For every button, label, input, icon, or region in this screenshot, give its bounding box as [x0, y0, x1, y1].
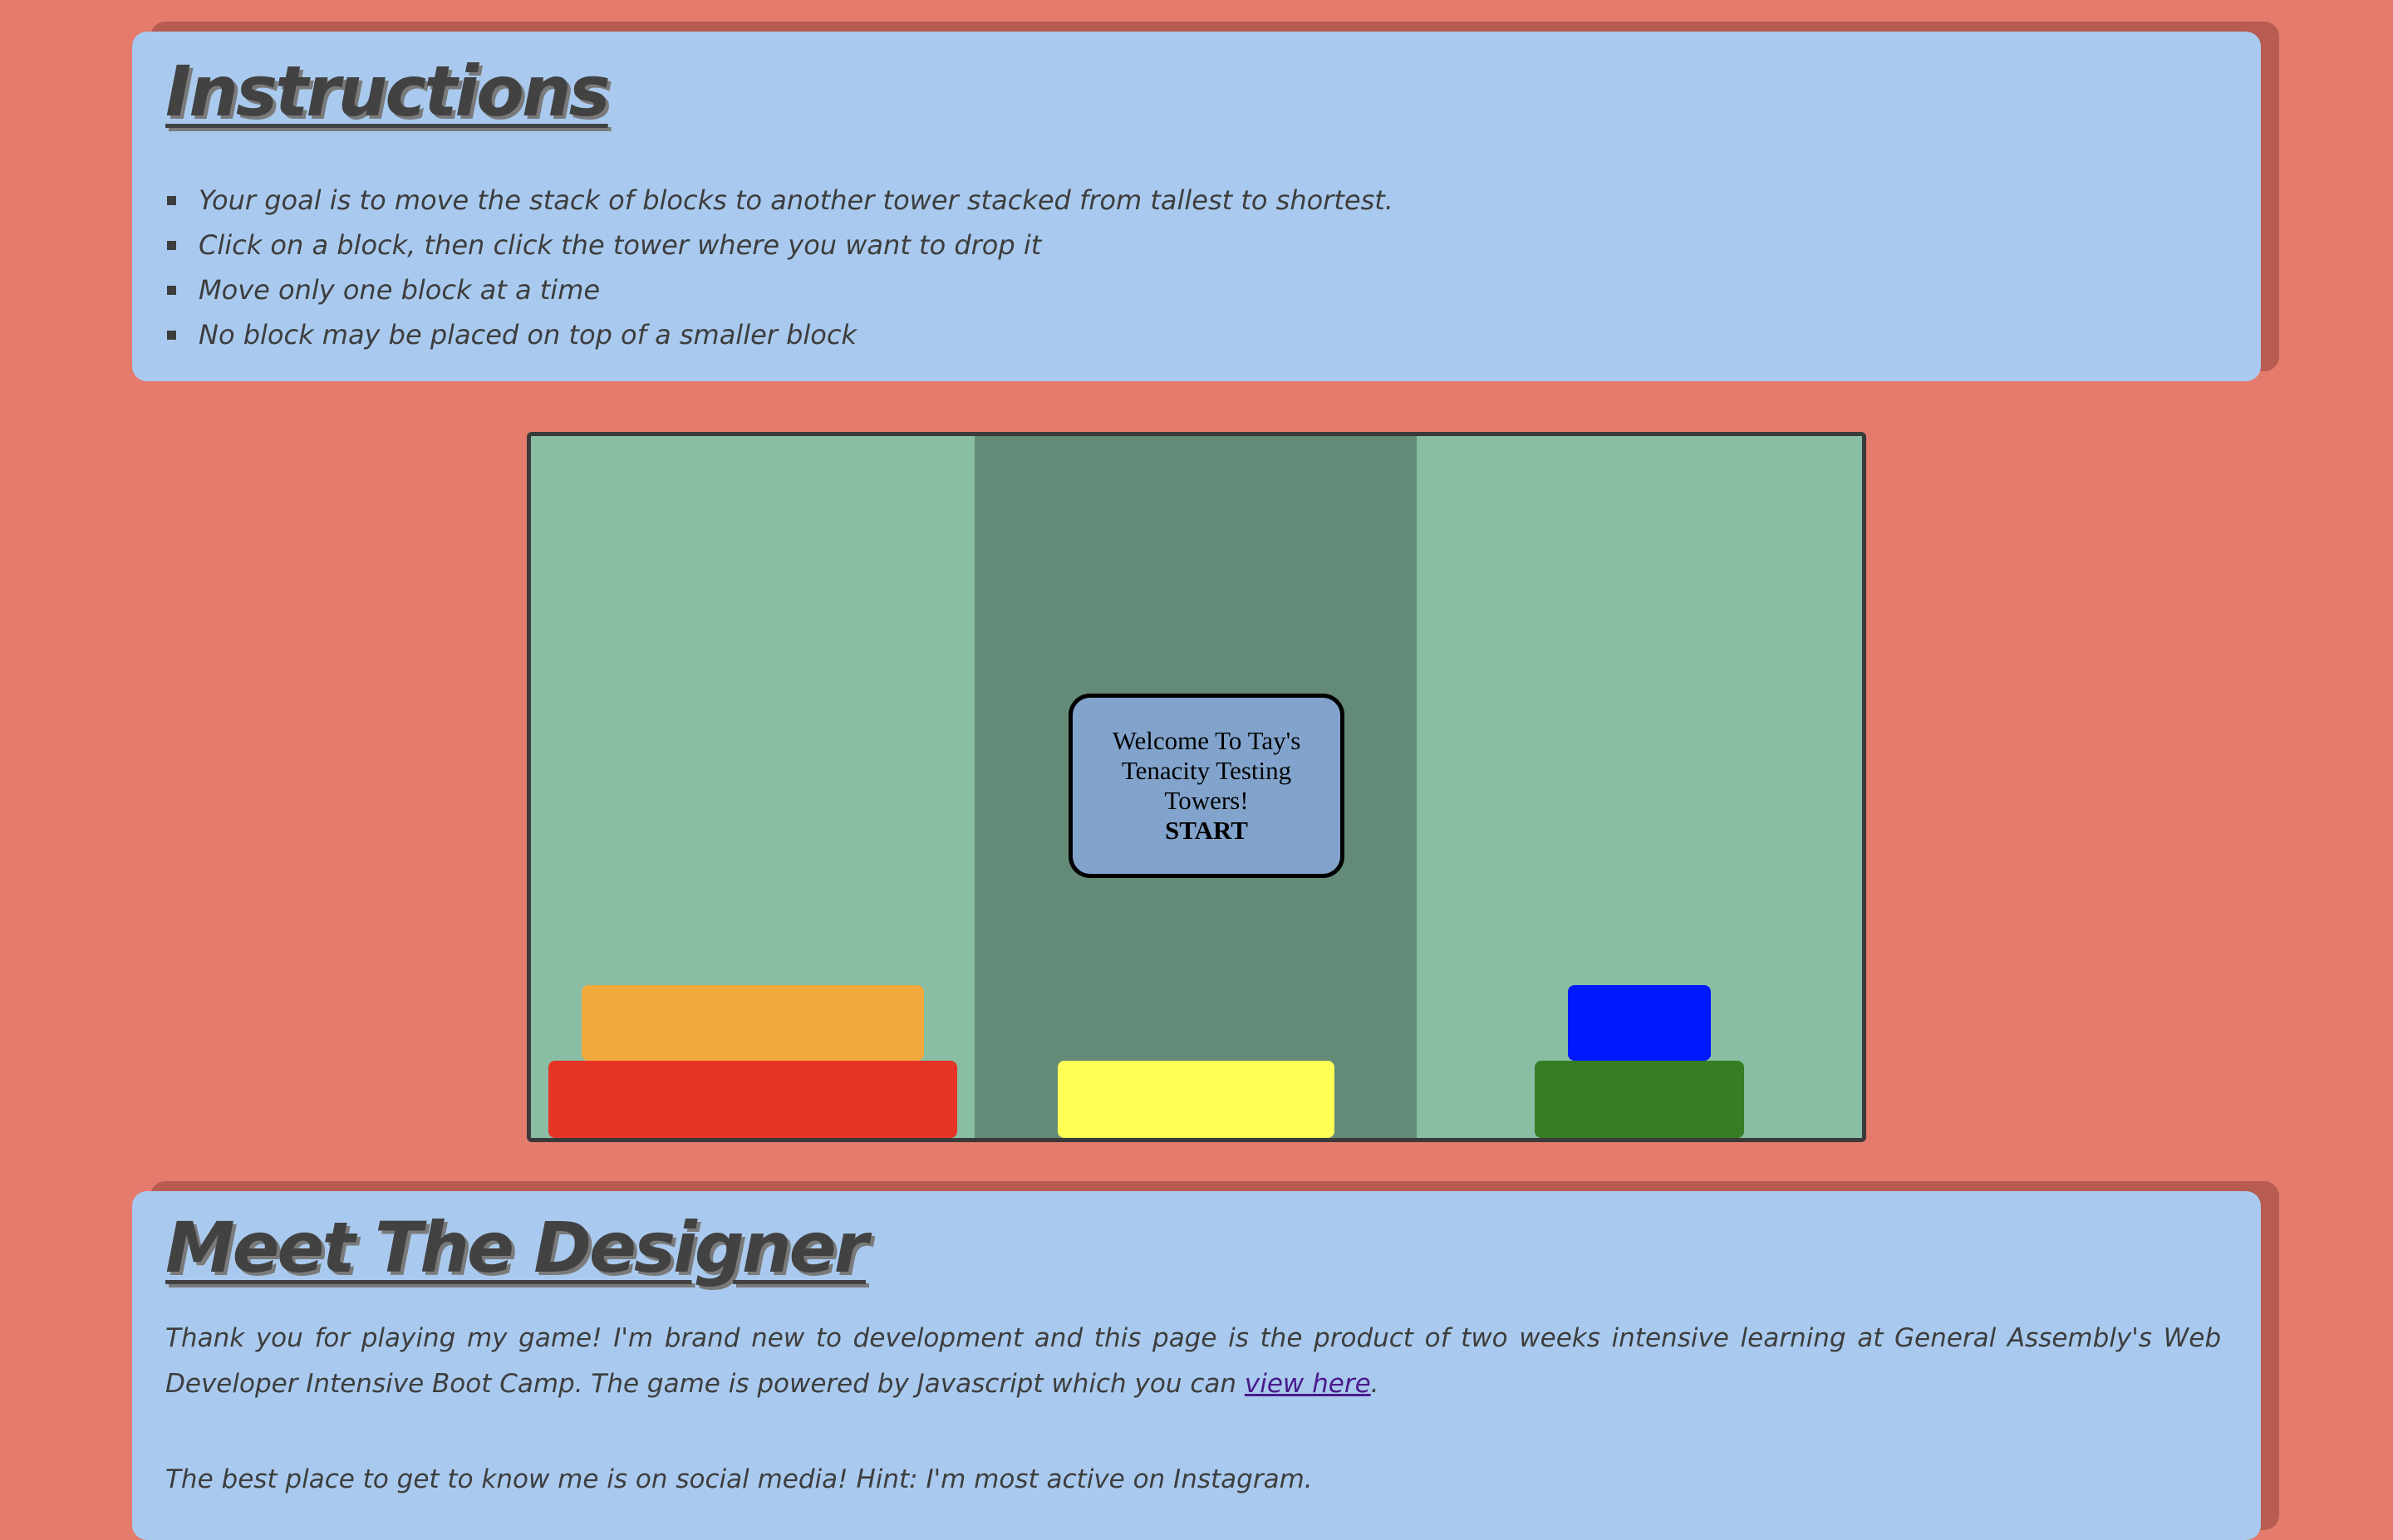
block-red[interactable] — [548, 1061, 957, 1138]
instruction-item: No block may be placed on top of a small… — [165, 312, 1393, 357]
start-label: START — [1165, 816, 1248, 845]
instructions-title: Instructions — [165, 51, 611, 132]
instructions-list: Your goal is to move the stack of blocks… — [165, 178, 1393, 357]
designer-intro-paragraph: Thank you for playing my game! I'm brand… — [165, 1316, 2221, 1407]
block-yellow[interactable] — [1058, 1061, 1334, 1138]
designer-title: Meet The Designer — [165, 1207, 868, 1288]
designer-intro-text: Thank you for playing my game! I'm brand… — [165, 1323, 2221, 1399]
block-green[interactable] — [1535, 1061, 1744, 1138]
block-orange[interactable] — [582, 985, 924, 1061]
block-blue[interactable] — [1568, 985, 1711, 1061]
designer-social-paragraph: The best place to get to know me is on s… — [165, 1464, 1313, 1494]
square-bullet-icon — [167, 286, 176, 295]
designer-card: Meet The Designer Thank you for playing … — [132, 1191, 2261, 1540]
instruction-text: Click on a block, then click the tower w… — [199, 229, 1042, 261]
instruction-item: Your goal is to move the stack of blocks… — [165, 178, 1393, 223]
instruction-item: Move only one block at a time — [165, 267, 1393, 312]
instruction-text: Your goal is to move the stack of blocks… — [199, 184, 1393, 216]
instruction-text: No block may be placed on top of a small… — [199, 319, 857, 351]
game-board: Welcome To Tay's Tenacity Testing Towers… — [527, 432, 1866, 1142]
welcome-text: Welcome To Tay's Tenacity Testing Towers… — [1112, 726, 1301, 815]
instructions-card: Instructions Your goal is to move the st… — [132, 32, 2261, 381]
tower-left[interactable] — [531, 436, 975, 1138]
square-bullet-icon — [167, 331, 176, 340]
start-button[interactable]: Welcome To Tay's Tenacity Testing Towers… — [1069, 694, 1344, 878]
square-bullet-icon — [167, 196, 176, 205]
source-code-link[interactable]: view here — [1245, 1369, 1371, 1399]
designer-intro-end: . — [1370, 1369, 1379, 1399]
instruction-item: Click on a block, then click the tower w… — [165, 223, 1393, 267]
instruction-text: Move only one block at a time — [199, 274, 601, 306]
tower-right[interactable] — [1417, 436, 1862, 1138]
square-bullet-icon — [167, 241, 176, 250]
